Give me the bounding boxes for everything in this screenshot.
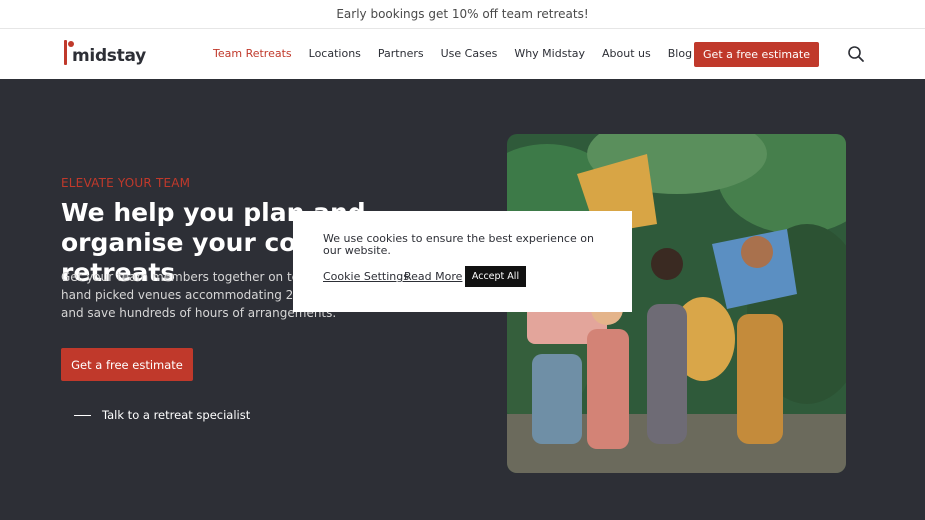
- nav-item-use-cases[interactable]: Use Cases: [441, 47, 498, 60]
- logo-mark: [64, 40, 74, 65]
- announcement-bar: Early bookings get 10% off team retreats…: [0, 0, 925, 28]
- hero-eyebrow: ELEVATE YOUR TEAM: [61, 176, 191, 190]
- nav-item-partners[interactable]: Partners: [378, 47, 424, 60]
- nav-item-blog[interactable]: Blog: [668, 47, 692, 60]
- nav-item-why-midstay[interactable]: Why Midstay: [514, 47, 585, 60]
- hero-cta-button[interactable]: Get a free estimate: [61, 348, 193, 381]
- nav-item-about-us[interactable]: About us: [602, 47, 651, 60]
- logo-text: midstay: [72, 46, 146, 66]
- cookie-message: We use cookies to ensure the best experi…: [323, 232, 594, 257]
- cookie-banner: We use cookies to ensure the best experi…: [293, 211, 632, 312]
- nav-menu: Team Retreats Locations Partners Use Cas…: [213, 47, 692, 60]
- nav-cta-button[interactable]: Get a free estimate: [694, 42, 819, 67]
- accept-all-button[interactable]: Accept All: [465, 266, 526, 287]
- nav-item-team-retreats[interactable]: Team Retreats: [213, 47, 292, 60]
- cookie-read-more-link[interactable]: Read More: [404, 270, 462, 283]
- main-nav: midstay Team Retreats Locations Partners…: [0, 28, 925, 79]
- nav-item-locations[interactable]: Locations: [309, 47, 361, 60]
- talk-to-specialist-link[interactable]: Talk to a retreat specialist: [102, 408, 250, 422]
- logo[interactable]: midstay: [64, 40, 146, 65]
- cookie-settings-link[interactable]: Cookie Settings: [323, 270, 409, 283]
- search-icon[interactable]: [847, 45, 865, 63]
- talk-divider: [74, 415, 91, 416]
- announcement-text: Early bookings get 10% off team retreats…: [336, 7, 589, 21]
